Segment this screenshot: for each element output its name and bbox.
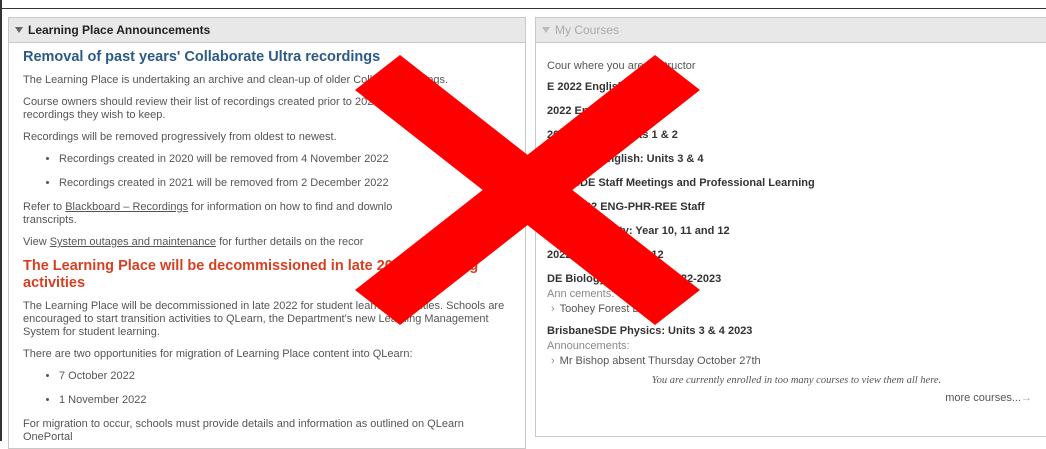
- announcements-body: Removal of past years' Collaborate Ultra…: [9, 49, 525, 444]
- more-courses-link[interactable]: more courses...→: [547, 392, 1046, 404]
- courses-body: Cour where you are: Instructor E 2022 En…: [536, 60, 1046, 404]
- text: more courses...: [945, 392, 1021, 404]
- text: View: [23, 236, 50, 248]
- my-courses-title: My Courses: [555, 23, 620, 37]
- announcement-heading-1: Removal of past years' Collaborate Ultra…: [23, 49, 381, 65]
- role-label: Cour where you are: Instructor: [547, 60, 696, 72]
- announcement-paragraph: View System outages and maintenance for …: [23, 236, 515, 249]
- list-item: 1 November 2022: [59, 394, 515, 407]
- course-link[interactable]: E 2022 English: Year 7: [547, 79, 1046, 103]
- migration-dates-list: 7 October 2022 1 November 2022: [23, 370, 515, 407]
- announcement-paragraph: The Learning Place is undertaking an arc…: [23, 74, 515, 87]
- course-link[interactable]: SDE 2022 ENG-PHR-REE Staff: [547, 199, 1046, 223]
- announcement-paragraph: For migration to occur, schools must pro…: [23, 418, 464, 443]
- course-announcement-link[interactable]: › Mr Bishop absent Thursday October 27th: [547, 355, 1046, 367]
- announcements-header[interactable]: Learning Place Announcements: [9, 18, 525, 43]
- course-link[interactable]: DE Biology Units 3 & 4 2022-2023: [547, 271, 1046, 287]
- announcement-paragraph: There are two opportunities for migratio…: [23, 348, 413, 360]
- announcement-paragraph: Course owners should review their list o…: [23, 96, 515, 122]
- course-link[interactable]: 022 Community: Year 10, 11 and 12: [547, 223, 1046, 247]
- text: Mr Bishop absent Thursday October 27th: [559, 355, 761, 367]
- text: The Learning Place is undertaking an arc…: [23, 74, 395, 86]
- arrow-right-icon: →: [1021, 392, 1032, 404]
- course-link[interactable]: SDE 2022 English: Units 3 & 4: [547, 151, 1046, 175]
- text: t learning: [413, 258, 479, 274]
- text: Course owners should review their list o…: [23, 96, 374, 108]
- course-link[interactable]: baneSDE Staff Meetings and Professional …: [547, 175, 1046, 199]
- course-link[interactable]: 2022 Connect: Year 12: [547, 247, 1046, 271]
- announcements-title: Learning Place Announcements: [28, 23, 211, 37]
- window-left-edge: [0, 0, 2, 441]
- my-courses-panel: My Courses Cour where you are: Instructo…: [535, 17, 1046, 437]
- course-link[interactable]: BrisbaneSDE Physics: Units 3 & 4 2023: [547, 323, 1046, 339]
- announcement-paragraph: The Learning Place will be decommissione…: [23, 300, 505, 338]
- text: The Learning Place will be decommissione…: [23, 258, 409, 274]
- triangle-down-icon[interactable]: [542, 27, 550, 33]
- blackboard-recordings-link[interactable]: Blackboard – Recordings: [65, 201, 188, 213]
- text: for information on how to find and downl…: [188, 201, 393, 213]
- text: ecordings.: [397, 74, 449, 86]
- course-announcement-link[interactable]: › Toohey Forest Data: [547, 303, 1046, 315]
- course-link[interactable]: 2022 English: Units 1 & 2: [547, 127, 1046, 151]
- list-item: 7 October 2022: [59, 370, 515, 383]
- window-top-edge: [0, 0, 1046, 9]
- my-courses-header[interactable]: My Courses: [536, 18, 1046, 43]
- course-with-announcements: BrisbaneSDE Physics: Units 3 & 4 2023 An…: [547, 323, 1046, 367]
- text: recordings they wish to keep.: [23, 109, 166, 121]
- course-with-announcements: DE Biology Units 3 & 4 2022-2023 Ann cem…: [547, 271, 1046, 315]
- announcements-label: Announcements:: [547, 340, 630, 352]
- announcement-paragraph: Refer to Blackboard – Recordings for inf…: [23, 201, 515, 227]
- text: transcripts.: [23, 214, 77, 226]
- text: for further details on the recor: [216, 236, 364, 248]
- announcements-panel: Learning Place Announcements Removal of …: [8, 17, 526, 449]
- list-item: Recordings created in 2021 will be remov…: [59, 177, 515, 190]
- text: activities: [23, 275, 86, 291]
- course-link[interactable]: 2022 English: Year 9: [547, 103, 1046, 127]
- text: Refer to: [23, 201, 66, 213]
- recordings-list: Recordings created in 2020 will be remov…: [23, 153, 515, 190]
- text: Toohey Forest Data: [559, 303, 656, 315]
- chevron-right-icon: ›: [551, 355, 555, 367]
- announcement-heading-2: The Learning Place will be decommissione…: [23, 258, 515, 292]
- announcement-paragraph: Recordings will be removed progressively…: [23, 131, 337, 143]
- enrollment-note: You are currently enrolled in too many c…: [651, 375, 942, 386]
- system-outages-link[interactable]: System outages and maintenance: [50, 236, 216, 248]
- triangle-down-icon[interactable]: [15, 27, 23, 33]
- announcements-label: Ann cements:: [547, 288, 615, 300]
- chevron-right-icon: ›: [551, 303, 555, 315]
- list-item: Recordings created in 2020 will be remov…: [59, 153, 515, 166]
